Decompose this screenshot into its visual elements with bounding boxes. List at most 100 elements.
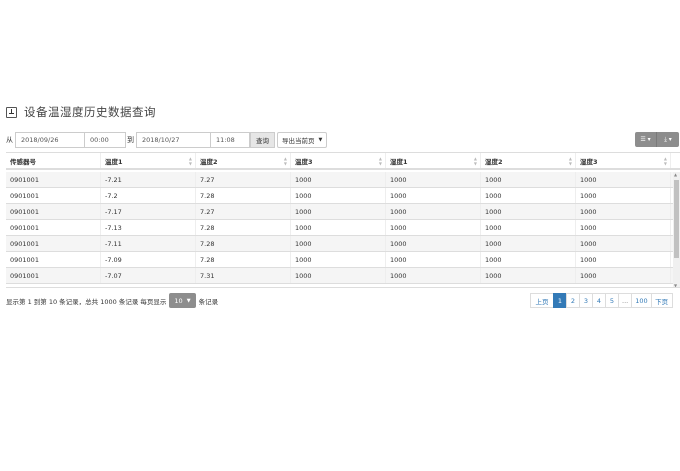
- table-cell: 1000: [576, 236, 671, 251]
- data-table: 传感器号 温度1 ▲ ▼ 温度2 ▲ ▼ 温度3 ▲ ▼ 湿度1 ▲ ▼ 湿度2 ▲ ▼ 湿度3 ▲ ▼…: [6, 152, 680, 288]
- prev-page-button[interactable]: 上页: [530, 293, 554, 308]
- column-header-temp2[interactable]: 温度2 ▲ ▼: [196, 153, 291, 168]
- table-cell: 1000: [576, 172, 671, 187]
- table-cell: 0901001: [6, 236, 101, 251]
- vertical-scrollbar[interactable]: ▲ ▼: [673, 172, 680, 287]
- table-cell: 1000: [481, 188, 576, 203]
- table-cell: -7.13: [101, 220, 196, 235]
- to-time-input[interactable]: 11:08: [210, 132, 250, 148]
- table-cell: 1000: [386, 220, 481, 235]
- sort-icon: ▲ ▼: [473, 155, 477, 166]
- columns-toggle-button[interactable]: ☰ ▾: [635, 132, 657, 147]
- table-cell: 1000: [386, 252, 481, 267]
- from-time-input[interactable]: 00:00: [84, 132, 126, 148]
- pagination: 上页 1 2 3 4 5 ... 100 下页: [530, 293, 673, 308]
- table-cell: 7.28: [196, 188, 291, 203]
- table-cell: 1000: [481, 268, 576, 283]
- table-cell: 1000: [386, 172, 481, 187]
- column-header-label: 温度3: [295, 157, 313, 166]
- table-cell: 1000: [481, 220, 576, 235]
- table-cell: 7.28: [196, 220, 291, 235]
- export-button[interactable]: ⤓ ▾: [657, 132, 679, 147]
- column-header-label: 湿度1: [390, 157, 408, 166]
- query-button[interactable]: 查询: [250, 132, 275, 148]
- table-cell: 1000: [386, 188, 481, 203]
- table-row[interactable]: 0901001 -7.07 7.31 1000 1000 1000 1000: [6, 268, 674, 284]
- column-header-temp1[interactable]: 温度1 ▲ ▼: [101, 153, 196, 168]
- export-select[interactable]: 导出当前页 ▼: [277, 132, 328, 148]
- table-row[interactable]: 0901001 -7.13 7.28 1000 1000 1000 1000: [6, 220, 674, 236]
- table-cell: 1000: [291, 268, 386, 283]
- page-size-value: 10: [174, 296, 183, 305]
- table-cell: 1000: [386, 236, 481, 251]
- chevron-down-icon: ▼: [186, 297, 191, 304]
- download-icon: ⤓ ▾: [664, 135, 672, 143]
- page-header: 设备温湿度历史数据查询: [6, 104, 156, 120]
- download-box-icon: [6, 106, 17, 118]
- page-button-4[interactable]: 4: [592, 293, 606, 308]
- table-row[interactable]: 0901001 -7.21 7.27 1000 1000 1000 1000: [6, 172, 674, 188]
- to-date-input[interactable]: 2018/10/27: [136, 132, 211, 148]
- page-button-100[interactable]: 100: [631, 293, 652, 308]
- chevron-down-icon: ▼: [318, 137, 323, 143]
- table-cell: 1000: [291, 252, 386, 267]
- sort-icon: ▲ ▼: [663, 155, 667, 166]
- column-header-label: 湿度2: [485, 157, 503, 166]
- table-row[interactable]: 0901001 -7.2 7.28 1000 1000 1000 1000: [6, 188, 674, 204]
- export-select-label: 导出当前页: [282, 137, 315, 145]
- table-cell: -7.17: [101, 204, 196, 219]
- table-cell: 1000: [576, 188, 671, 203]
- scroll-down-icon[interactable]: ▼: [674, 283, 677, 287]
- scrollbar-thumb[interactable]: [674, 180, 679, 258]
- column-header-humidity3[interactable]: 湿度3 ▲ ▼: [576, 153, 671, 168]
- page-button-2[interactable]: 2: [566, 293, 580, 308]
- column-header-humidity1[interactable]: 湿度1 ▲ ▼: [386, 153, 481, 168]
- table-row[interactable]: 0901001 -7.11 7.28 1000 1000 1000 1000: [6, 236, 674, 252]
- table-cell: -7.09: [101, 252, 196, 267]
- table-row[interactable]: 0901001 -7.09 7.28 1000 1000 1000 1000: [6, 252, 674, 268]
- table-cell: 1000: [481, 172, 576, 187]
- table-cell: 0901001: [6, 204, 101, 219]
- table-cell: -7.21: [101, 172, 196, 187]
- table-cell: 7.31: [196, 268, 291, 283]
- table-cell: 1000: [291, 236, 386, 251]
- table-cell: 0901001: [6, 188, 101, 203]
- table-cell: 7.27: [196, 204, 291, 219]
- table-cell: 0901001: [6, 172, 101, 187]
- filter-bar: 从 2018/09/26 00:00 到 2018/10/27 11:08 查询…: [6, 132, 328, 148]
- table-cell: 1000: [291, 188, 386, 203]
- table-cell: 1000: [386, 204, 481, 219]
- pagination-info: 显示第 1 到第 10 条记录，总共 1000 条记录 每页显示 10 ▼ 条记…: [6, 293, 218, 308]
- table-row[interactable]: 0901001 -7.17 7.27 1000 1000 1000 1000: [6, 204, 674, 220]
- table-cell: 1000: [576, 268, 671, 283]
- scroll-up-icon[interactable]: ▲: [674, 172, 677, 177]
- column-header-label: 温度2: [200, 157, 218, 166]
- page-button-5[interactable]: 5: [605, 293, 619, 308]
- page-button-1[interactable]: 1: [553, 293, 567, 308]
- column-header-label: 传感器号: [10, 157, 36, 166]
- table-header: 传感器号 温度1 ▲ ▼ 温度2 ▲ ▼ 温度3 ▲ ▼ 湿度1 ▲ ▼ 湿度2 ▲ ▼ 湿度3 ▲ ▼: [6, 153, 680, 170]
- table-cell: -7.2: [101, 188, 196, 203]
- sort-icon: ▲ ▼: [378, 155, 382, 166]
- column-header-humidity2[interactable]: 湿度2 ▲ ▼: [481, 153, 576, 168]
- column-header-label: 温度1: [105, 157, 123, 166]
- pagination-info-text: 显示第 1 到第 10 条记录，总共 1000 条记录 每页显示: [6, 297, 167, 306]
- table-cell: 0901001: [6, 220, 101, 235]
- sort-icon: ▲ ▼: [568, 155, 572, 166]
- table-cell: 1000: [481, 236, 576, 251]
- pagination-info-suffix: 条记录: [198, 297, 219, 306]
- column-header-temp3[interactable]: 温度3 ▲ ▼: [291, 153, 386, 168]
- page-size-dropdown[interactable]: 10 ▼: [169, 293, 196, 308]
- next-page-button[interactable]: 下页: [650, 293, 673, 308]
- column-header-label: 湿度3: [580, 157, 598, 166]
- table-cell: 1000: [291, 220, 386, 235]
- page-title: 设备温湿度历史数据查询: [24, 105, 156, 119]
- column-header-sensor[interactable]: 传感器号: [6, 153, 101, 168]
- page-button-3[interactable]: 3: [579, 293, 593, 308]
- table-cell: 1000: [291, 204, 386, 219]
- table-body: 0901001 -7.21 7.27 1000 1000 1000 1000 0…: [6, 172, 674, 284]
- table-cell: 7.28: [196, 236, 291, 251]
- table-cell: 1000: [576, 252, 671, 267]
- from-date-input[interactable]: 2018/09/26: [15, 132, 85, 148]
- table-cell: 7.27: [196, 172, 291, 187]
